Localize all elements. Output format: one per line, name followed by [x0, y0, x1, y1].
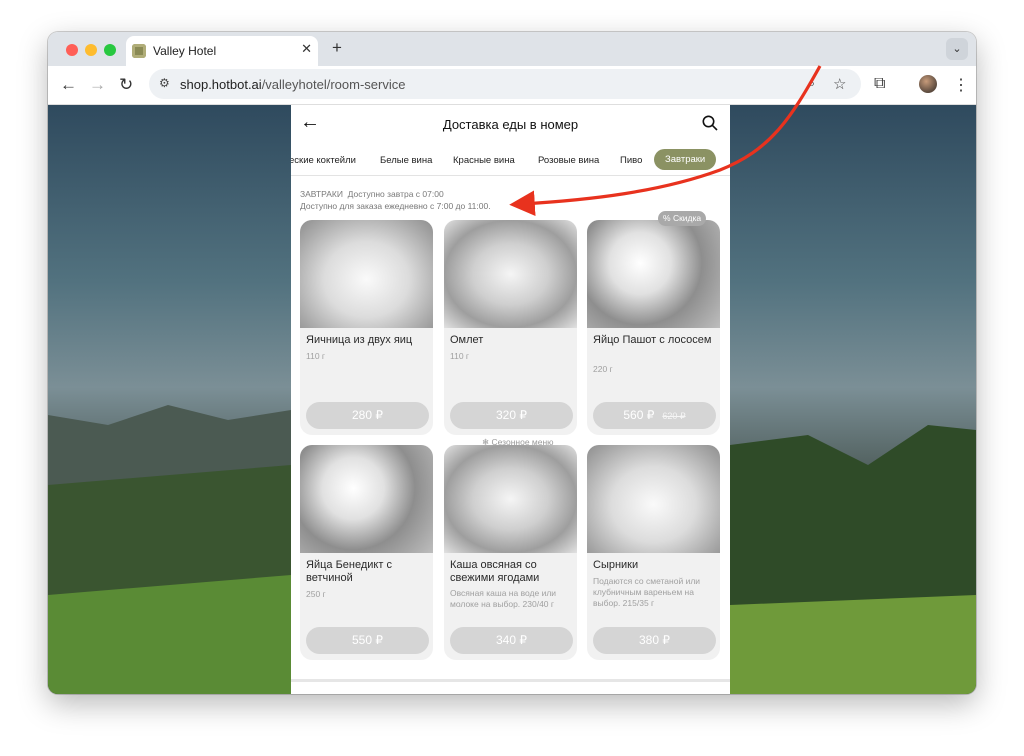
discount-label: Скидка [672, 213, 702, 223]
snowflake-icon: ❄ [482, 437, 490, 447]
tab-breakfast[interactable]: Завтраки [654, 149, 717, 170]
section-availability: Доступно завтра с 07:00 [347, 189, 444, 199]
dish-photo [587, 220, 720, 328]
add-to-cart-button[interactable]: 280 ₽ [306, 402, 429, 429]
minimize-window-button[interactable] [85, 44, 97, 56]
add-to-cart-button[interactable]: 560 ₽ 620 ₽ [593, 402, 716, 429]
back-button[interactable]: ← [60, 75, 77, 95]
price: 280 ₽ [352, 408, 383, 422]
dish-name: Каша овсяная со свежими ягодами [450, 559, 540, 584]
tab-red-wines[interactable]: Красные вина [453, 155, 515, 166]
tab-rose-wines[interactable]: Розовые вина [538, 155, 599, 166]
tab-valley-hotel[interactable]: Valley Hotel ✕ [126, 36, 318, 66]
price: 340 ₽ [496, 633, 527, 647]
menu-card[interactable]: Яйцо Пашот с лососем 220 г 560 ₽ 620 ₽ [587, 220, 720, 435]
section-heading: ЗАВТРАКИ Доступно завтра с 07:00 [300, 189, 444, 199]
dish-description: Подаются со сметаной или клубничным варе… [593, 576, 701, 608]
room-service-app: ← Доставка еды в номер еские коктейли Бе… [291, 105, 730, 694]
browser-window: Valley Hotel ✕ + ⌄ ← → ↻ ⚙ shop.hotbot.a… [48, 32, 976, 694]
price: 550 ₽ [352, 633, 383, 647]
url-text[interactable]: shop.hotbot.ai/valleyhotel/room-service [180, 77, 405, 92]
dish-photo [444, 220, 577, 328]
seasonal-badge: ❄ Сезонное меню [482, 437, 554, 448]
site-info-icon[interactable]: ⚙ [159, 76, 170, 90]
search-icon[interactable] [702, 115, 718, 131]
divider [291, 679, 730, 682]
dish-photo [300, 445, 433, 553]
dish-photo [587, 445, 720, 553]
tab-cocktails[interactable]: еские коктейли [291, 155, 356, 166]
app-header: ← Доставка еды в номер [291, 105, 730, 145]
tab-close-button[interactable]: ✕ [301, 41, 312, 57]
price: 380 ₽ [639, 633, 670, 647]
tab-search-button[interactable]: ⌄ [946, 38, 968, 60]
dish-name: Яйцо Пашот с лососем [593, 334, 712, 346]
dish-name: Омлет [450, 334, 484, 346]
dish-name: Яйца Бенедикт с ветчиной [306, 559, 392, 584]
discount-badge: % Скидка [658, 211, 707, 226]
add-to-cart-button[interactable]: 380 ₽ [593, 627, 716, 654]
add-to-cart-button[interactable]: 340 ₽ [450, 627, 573, 654]
extensions-icon[interactable]: ⧉ [874, 75, 885, 93]
dish-weight: 220 г [593, 364, 613, 374]
percent-icon: % [663, 213, 671, 223]
page-title: Доставка еды в номер [442, 117, 579, 132]
tab-white-wines[interactable]: Белые вина [380, 155, 432, 166]
url-path: /valleyhotel/room-service [261, 77, 406, 92]
new-tab-button[interactable]: + [332, 38, 342, 58]
price: 320 ₽ [496, 408, 527, 422]
menu-card[interactable]: Омлет 110 г 320 ₽ [444, 220, 577, 435]
tab-bar: Valley Hotel ✕ + ⌄ [48, 32, 976, 66]
add-to-cart-button[interactable]: 320 ₽ [450, 402, 573, 429]
section-note: Доступно для заказа ежедневно с 7:00 до … [300, 201, 491, 211]
browser-toolbar: ← → ↻ ⚙ shop.hotbot.ai/valleyhotel/room-… [48, 66, 976, 105]
maximize-window-button[interactable] [104, 44, 116, 56]
close-window-button[interactable] [66, 44, 78, 56]
dish-name: Яичница из двух яиц [306, 334, 413, 346]
tab-title: Valley Hotel [153, 44, 217, 58]
menu-dots-icon[interactable]: ⋮ [953, 75, 969, 95]
favicon-icon [132, 44, 146, 58]
seasonal-label: Сезонное меню [491, 437, 554, 447]
old-price: 620 ₽ [662, 411, 686, 421]
price: 560 ₽ [623, 408, 655, 422]
tab-beer[interactable]: Пиво [620, 155, 642, 166]
menu-card[interactable]: Сырники Подаются со сметаной или клубнич… [587, 445, 720, 660]
menu-card[interactable]: Яичница из двух яиц 110 г 280 ₽ [300, 220, 433, 435]
zoom-icon[interactable]: ⌕ [807, 75, 815, 92]
dish-weight: 250 г [306, 589, 326, 599]
page-viewport: ← Доставка еды в номер еские коктейли Бе… [48, 105, 976, 694]
dish-description: Овсяная каша на воде или молоке на выбор… [450, 588, 557, 609]
dish-photo [444, 445, 577, 553]
add-to-cart-button[interactable]: 550 ₽ [306, 627, 429, 654]
forward-button[interactable]: → [89, 75, 106, 95]
url-host: shop.hotbot.ai [180, 77, 262, 92]
divider [291, 175, 730, 176]
dish-photo [300, 220, 433, 328]
address-bar[interactable]: ⚙ shop.hotbot.ai/valleyhotel/room-servic… [149, 69, 861, 99]
avatar[interactable] [919, 75, 937, 93]
dish-weight: 110 г [450, 351, 470, 361]
section-name: ЗАВТРАКИ [300, 189, 343, 199]
menu-card[interactable]: Каша овсяная со свежими ягодами Овсяная … [444, 445, 577, 660]
category-tabs: еские коктейли Белые вина Красные вина Р… [291, 149, 730, 173]
reload-button[interactable]: ↻ [119, 75, 133, 95]
menu-card[interactable]: Яйца Бенедикт с ветчиной 250 г 550 ₽ [300, 445, 433, 660]
dish-name: Сырники [593, 559, 639, 571]
dish-weight: 110 г [306, 351, 326, 361]
star-icon[interactable]: ☆ [833, 75, 846, 93]
